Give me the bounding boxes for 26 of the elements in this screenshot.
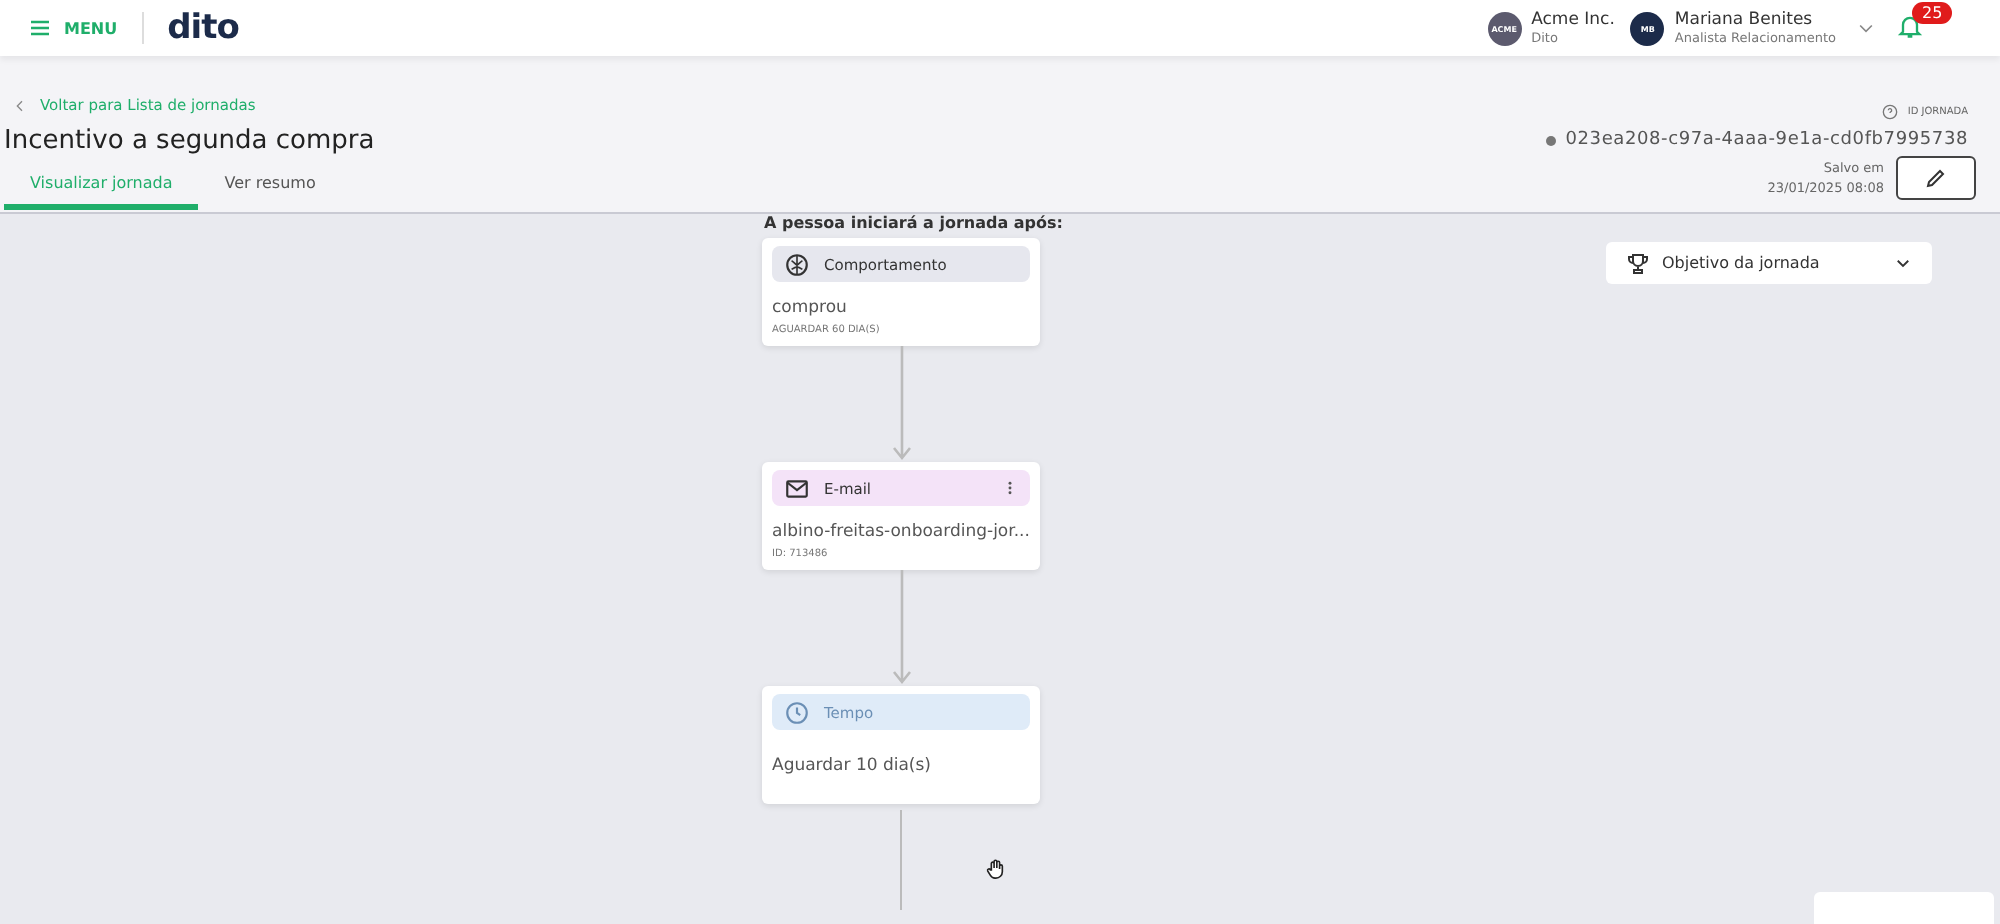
logo: dito [167,8,239,48]
account-name: Acme Inc. [1531,10,1615,30]
page-title: Incentivo a segunda compra [4,126,377,156]
clock-icon [784,699,810,725]
goal-dropdown[interactable]: Objetivo da jornada [1606,242,1932,284]
edit-button[interactable] [1896,156,1976,200]
chevron-down-icon [1894,254,1912,272]
notification-badge: 25 [1912,1,1953,23]
pencil-icon [1924,166,1948,190]
help-icon [1881,104,1898,120]
account-name: Mariana Benites [1674,10,1815,30]
node-text: albino-freitas-onboarding-jor... [772,522,1030,542]
connector-arrow [891,346,911,462]
menu-icon [28,16,52,40]
connector-arrow [891,570,911,686]
node-text: Aguardar 10 dia(s) [772,756,933,776]
journey-id: 023ea208-c97a-4aaa-9e1a-cd0fb7995738 [1565,130,1968,150]
node-text: comprou [772,298,849,318]
bell-icon [1896,11,1924,39]
hand-cursor-icon [984,858,1006,880]
tab[interactable]: Ver resumo [198,174,342,210]
chevron-left-icon [12,97,28,113]
status-dot [1545,135,1556,145]
trophy-icon [1626,251,1650,275]
envelope-icon [784,475,810,501]
start-label: A pessoa iniciará a jornada após: [764,214,1063,232]
